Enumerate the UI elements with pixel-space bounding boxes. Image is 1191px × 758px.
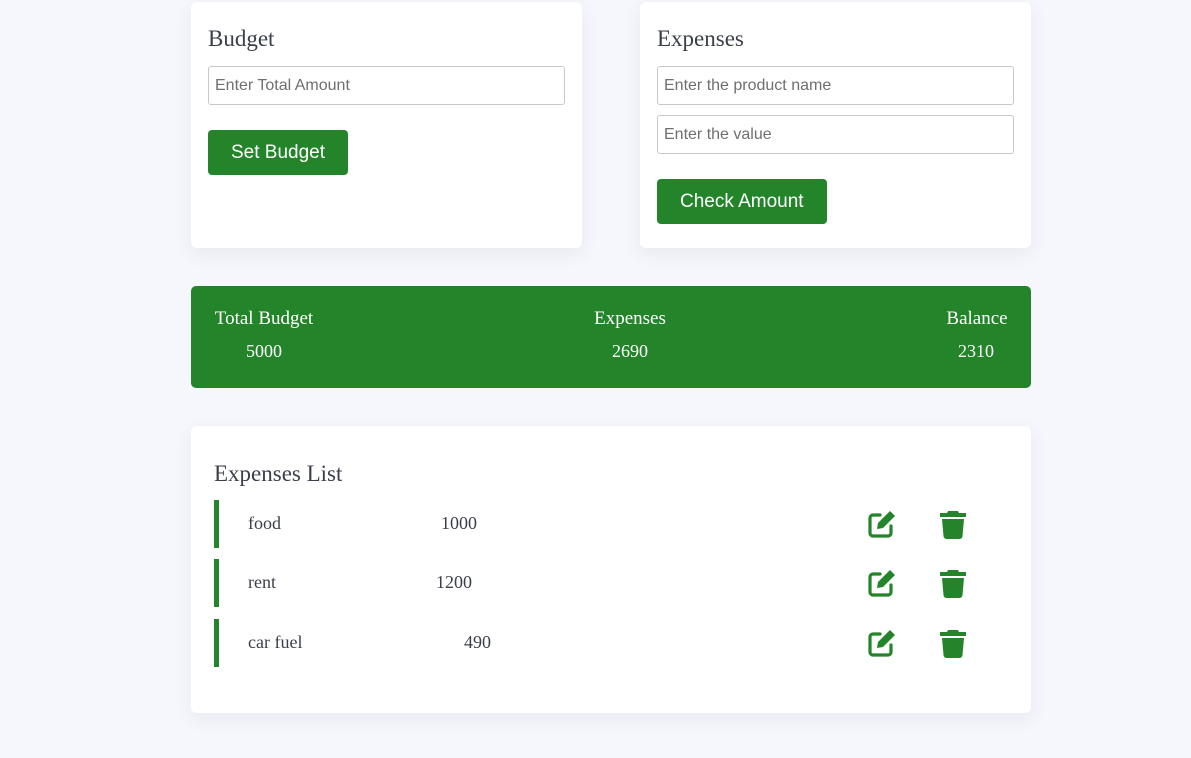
item-name: car fuel	[248, 632, 303, 652]
item-value: 1200	[436, 572, 472, 592]
expenses-form-card: Expenses Check Amount	[640, 2, 1031, 248]
item-name: food	[248, 513, 281, 533]
expenses-title: Expenses	[657, 26, 744, 51]
item-value: 1000	[441, 513, 477, 533]
balance-label: Balance	[946, 308, 1008, 329]
list-item: car fuel 490	[214, 619, 1004, 667]
expenses-list-title: Expenses List	[214, 461, 343, 486]
total-amount-input[interactable]	[208, 66, 565, 105]
expense-value-input[interactable]	[657, 115, 1014, 154]
item-name: rent	[248, 572, 276, 592]
list-item: food 1000	[214, 500, 1004, 548]
total-budget-block: Total Budget 5000	[214, 308, 314, 362]
set-budget-button[interactable]: Set Budget	[208, 130, 349, 175]
edit-icon[interactable]	[866, 508, 898, 540]
balance-block: Balance 2310	[937, 308, 1017, 362]
total-budget-value: 5000	[246, 341, 282, 361]
expenses-list-card: Expenses List food 1000 rent 1200 car fu…	[191, 426, 1031, 713]
trash-icon[interactable]	[937, 508, 969, 540]
budget-title: Budget	[208, 26, 275, 51]
item-value: 490	[464, 632, 491, 652]
budget-card: Budget Set Budget	[191, 2, 582, 248]
list-item: rent 1200	[214, 559, 1004, 607]
trash-icon[interactable]	[937, 627, 969, 659]
expenses-total-value: 2690	[612, 341, 648, 361]
expenses-total-label: Expenses	[594, 308, 666, 329]
balance-value: 2310	[958, 341, 994, 361]
check-amount-button[interactable]: Check Amount	[657, 179, 827, 224]
edit-icon[interactable]	[866, 627, 898, 659]
total-budget-label: Total Budget	[214, 308, 314, 329]
summary-bar: Total Budget 5000 Expenses 2690 Balance …	[191, 286, 1031, 388]
expenses-total-block: Expenses 2690	[580, 308, 680, 362]
product-name-input[interactable]	[657, 66, 1014, 105]
trash-icon[interactable]	[937, 567, 969, 599]
edit-icon[interactable]	[866, 567, 898, 599]
